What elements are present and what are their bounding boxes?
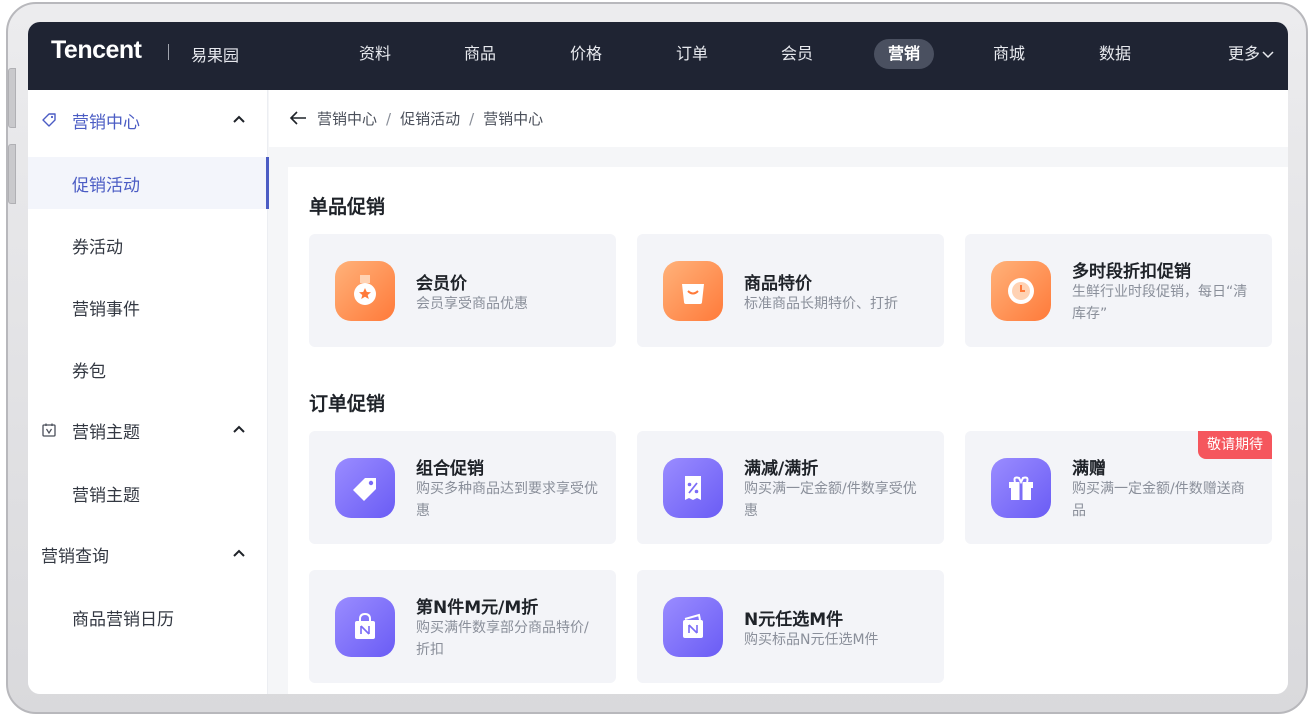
section-title-order: 订单促销 xyxy=(309,393,386,415)
breadcrumb-separator: / xyxy=(469,110,475,128)
breadcrumb-item: 营销中心 xyxy=(483,110,544,128)
sidebar-item-product-calendar[interactable]: 商品营销日历 xyxy=(28,591,268,643)
card-title: 商品特价 xyxy=(744,274,812,294)
side-button xyxy=(8,68,16,128)
logo-divider xyxy=(168,44,169,60)
card-icon-tile xyxy=(335,261,395,321)
card-title: N元任选M件 xyxy=(744,610,844,630)
promo-card-nth-item[interactable]: 第N件M元/M折 购买满件数享部分商品特价/折扣 xyxy=(309,570,616,683)
card-title: 第N件M元/M折 xyxy=(416,598,539,618)
sidebar-item-marketing-events[interactable]: 营销事件 xyxy=(28,281,268,333)
shopping-bag-icon xyxy=(682,284,704,304)
nav-item-products[interactable]: 商品 xyxy=(450,39,510,69)
card-description: 购买多种商品达到要求享受优惠 xyxy=(416,481,598,519)
card-icon-tile xyxy=(663,261,723,321)
card-icon-tile xyxy=(335,597,395,657)
breadcrumb-item[interactable]: 促销活动 xyxy=(400,110,460,128)
card-icon-tile xyxy=(335,458,395,518)
chevron-up-icon[interactable] xyxy=(233,425,245,433)
breadcrumb: 营销中心 / 促销活动 / 营销中心 xyxy=(317,108,543,129)
sidebar-item-coupon-activity[interactable]: 券活动 xyxy=(28,219,268,271)
wallet-icon xyxy=(683,613,703,638)
nav-item-price[interactable]: 价格 xyxy=(556,39,616,69)
breadcrumb-item[interactable]: 营销中心 xyxy=(317,110,377,128)
sidebar-item-promotions[interactable]: 促销活动 xyxy=(28,157,269,209)
promotion-content: 单品促销 会员价 会员享受商品优惠 商品特价 标准商品长期特价、打折 多时段折扣… xyxy=(288,167,1288,694)
nav-item-marketing[interactable]: 营销 xyxy=(873,39,935,69)
nav-item-orders[interactable]: 订单 xyxy=(662,39,722,69)
promo-card-bundle[interactable]: 组合促销 购买多种商品达到要求享受优惠 xyxy=(309,431,616,544)
promo-card-full-reduction[interactable]: 满减/满折 购买满一定金额/件数享受优惠 xyxy=(637,431,944,544)
card-description: 购买满件数享部分商品特价/折扣 xyxy=(416,620,589,658)
sidebar-item-label: 商品营销日历 xyxy=(72,609,174,630)
section-title-single-item: 单品促销 xyxy=(309,196,386,218)
card-icon-tile xyxy=(663,597,723,657)
card-icon-tile xyxy=(663,458,723,518)
breadcrumb-bar: 营销中心 / 促销活动 / 营销中心 xyxy=(269,90,1288,147)
nav-more-button[interactable]: 更多 xyxy=(1228,39,1274,69)
nav-item-data[interactable]: 数据 xyxy=(1085,39,1145,69)
sidebar-group-label: 营销查询 xyxy=(41,546,109,567)
sidebar-group-marketing-theme[interactable]: 营销主题 xyxy=(28,400,268,460)
nav-item-profile[interactable]: 资料 xyxy=(345,39,405,69)
card-description: 标准商品长期特价、打折 xyxy=(744,296,898,312)
side-button xyxy=(8,144,16,204)
card-title: 满赠 xyxy=(1072,459,1106,479)
calendar-icon xyxy=(42,423,56,437)
card-title: 满减/满折 xyxy=(744,459,819,479)
arrow-left-icon[interactable] xyxy=(289,110,307,126)
tag-icon xyxy=(42,113,56,127)
chevron-up-icon[interactable] xyxy=(233,115,245,123)
card-description: 会员享受商品优惠 xyxy=(416,296,528,312)
sidebar: 营销中心 促销活动 券活动 营销事件 券包 营销主题 营销主题 营销查询 商品营… xyxy=(28,90,269,694)
top-nav: Tencent 易果园 资料 商品 价格 订单 会员 营销 商城 数据 更多 xyxy=(28,22,1288,90)
sidebar-group-marketing-center[interactable]: 营销中心 xyxy=(28,90,268,150)
app-screen: Tencent 易果园 资料 商品 价格 订单 会员 营销 商城 数据 更多 营… xyxy=(28,22,1288,694)
promo-card-member-price[interactable]: 会员价 会员享受商品优惠 xyxy=(309,234,616,347)
sidebar-item-coupon-pack[interactable]: 券包 xyxy=(28,343,268,395)
card-icon-tile xyxy=(991,261,1051,321)
card-title: 多时段折扣促销 xyxy=(1072,262,1191,282)
card-description: 购买满一定金额/件数赠送商品 xyxy=(1072,481,1245,519)
breadcrumb-separator: / xyxy=(386,110,392,128)
card-icon-tile xyxy=(991,458,1051,518)
promo-card-time-discount[interactable]: 多时段折扣促销 生鲜行业时段促销，每日“清库存” xyxy=(965,234,1272,347)
sidebar-item-label: 券活动 xyxy=(72,237,123,258)
coming-soon-badge: 敬请期待 xyxy=(1198,431,1272,459)
sidebar-item-label: 券包 xyxy=(72,361,106,382)
nav-item-members[interactable]: 会员 xyxy=(767,39,827,69)
sidebar-item-label: 促销活动 xyxy=(72,175,140,196)
nav-item-mall[interactable]: 商城 xyxy=(979,39,1039,69)
sidebar-item-label: 营销事件 xyxy=(72,299,140,320)
card-description: 购买标品N元任选M件 xyxy=(744,632,879,648)
gift-icon xyxy=(1009,476,1033,500)
sidebar-group-label: 营销中心 xyxy=(72,112,140,133)
clock-icon xyxy=(1008,278,1034,304)
promo-card-special-price[interactable]: 商品特价 标准商品长期特价、打折 xyxy=(637,234,944,347)
brand-logo[interactable]: Tencent xyxy=(51,36,142,65)
card-title: 会员价 xyxy=(416,274,467,294)
store-name[interactable]: 易果园 xyxy=(191,42,239,66)
sidebar-group-label: 营销主题 xyxy=(72,422,140,443)
nav-more-label: 更多 xyxy=(1228,44,1261,63)
card-description: 生鲜行业时段促销，每日“清库存” xyxy=(1072,284,1248,322)
promo-card-n-yuan-pick[interactable]: N元任选M件 购买标品N元任选M件 xyxy=(637,570,944,683)
shopping-bag-icon xyxy=(355,612,375,639)
medal-icon xyxy=(354,275,376,305)
chevron-up-icon[interactable] xyxy=(233,549,245,557)
sidebar-item-label: 营销主题 xyxy=(72,485,140,506)
card-description: 购买满一定金额/件数享受优惠 xyxy=(744,481,917,519)
sidebar-group-marketing-query[interactable]: 营销查询 xyxy=(28,524,268,584)
chevron-down-icon xyxy=(1262,50,1274,58)
sidebar-item-marketing-theme[interactable]: 营销主题 xyxy=(28,467,268,519)
promo-card-gift[interactable]: 满赠 购买满一定金额/件数赠送商品 敬请期待 xyxy=(965,431,1272,544)
card-title: 组合促销 xyxy=(416,459,484,479)
price-tag-icon xyxy=(353,478,376,501)
percent-receipt-icon xyxy=(685,476,701,500)
